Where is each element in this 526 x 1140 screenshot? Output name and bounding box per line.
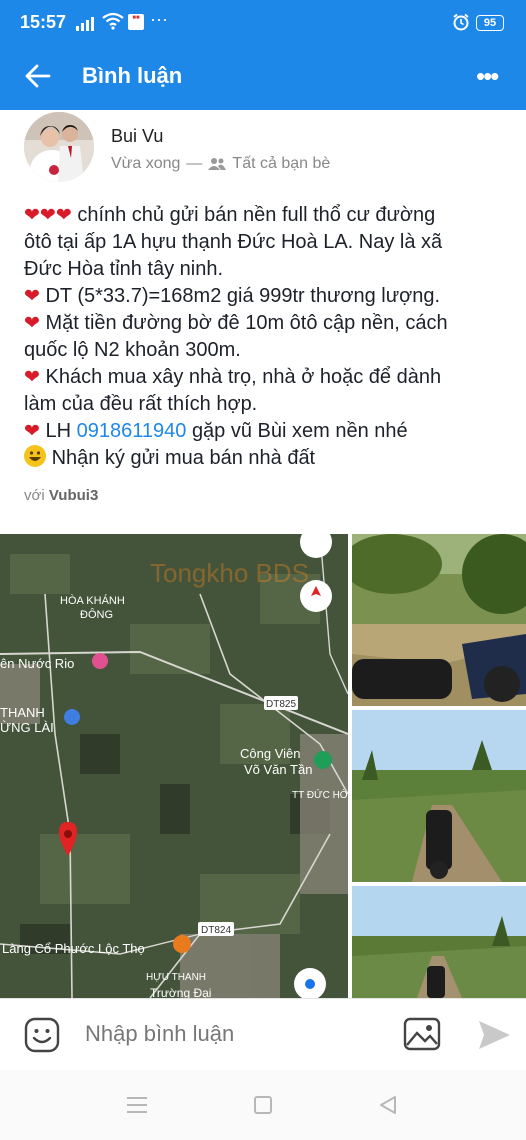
notification-app-icon: ■■ — [128, 14, 144, 30]
grinning-face-icon — [24, 445, 46, 467]
status-time: 15:57 — [20, 12, 67, 32]
heart-icon: ❤❤❤ — [24, 205, 72, 226]
post-time: Vừa xong — [111, 155, 181, 172]
home-square-icon[interactable] — [254, 1096, 272, 1114]
post-line: làm của đều rất thích hợp. — [24, 393, 258, 415]
comment-bar: Nhập bình luận — [0, 998, 526, 1071]
image-icon[interactable] — [403, 1017, 441, 1051]
map-label: ên Nước Rio — [0, 656, 74, 671]
send-icon[interactable] — [476, 1017, 512, 1053]
more-horizontal-icon[interactable]: ••• — [476, 63, 499, 89]
wifi-icon — [102, 12, 124, 30]
post-line: quốc lộ N2 khoản 300m. — [24, 339, 241, 361]
post-body: ❤❤❤ chính chủ gửi bán nền full thổ cư đư… — [24, 202, 514, 472]
friends-icon — [208, 158, 227, 170]
tagged-user[interactable]: Vubui3 — [49, 487, 98, 504]
post-line: ❤ Khách mua xây nhà trọ, nhà ở hoặc để d… — [24, 366, 442, 388]
battery-indicator: 95 — [476, 15, 504, 31]
land-photo-3[interactable] — [352, 886, 526, 998]
land-photo-2[interactable] — [352, 710, 526, 882]
map-label: HỰU THANH — [146, 972, 206, 983]
heart-icon: ❤ — [24, 286, 40, 307]
map-label: Làng Cổ Phước Lộc Thọ — [2, 941, 145, 956]
alarm-icon — [453, 13, 469, 31]
map-label: Trường Đại — [150, 986, 211, 998]
road-badge: DT825 — [266, 699, 296, 710]
heart-icon: ❤ — [24, 421, 40, 442]
avatar[interactable] — [24, 112, 94, 182]
post-line: ❤ LH 0918611940 gặp vũ Bùi xem nền nhé — [24, 420, 408, 442]
post-author[interactable]: Bui Vu — [111, 126, 163, 147]
post-privacy: Tất cả bạn bè — [232, 155, 331, 172]
post-line: Nhận ký gửi mua bán nhà đất — [24, 445, 514, 472]
post-line: ❤❤❤ chính chủ gửi bán nền full thổ cư đư… — [24, 204, 436, 226]
post-line: ❤ Mặt tiền đường bờ đê 10m ôtô cập nền, … — [24, 312, 448, 334]
post-line: ôtô tại ấp 1A hựu thạnh Đức Hoà LA. Nay … — [24, 231, 443, 253]
map-label: ỪNG LÀI — [0, 720, 54, 735]
comment-input[interactable]: Nhập bình luận — [85, 1021, 234, 1047]
watermark: Tongkho BDS — [150, 558, 309, 588]
map-label: TT ĐỨC HÒ — [292, 788, 348, 801]
signal-icon — [76, 15, 94, 31]
post-meta: Vừa xong — Tất cả bạn bè — [111, 155, 330, 173]
tagged-friends: với Vubui3 — [24, 487, 99, 504]
map-label: Công Viên — [240, 746, 300, 761]
map-label: Võ Văn Tần — [244, 762, 312, 777]
heart-icon: ❤ — [24, 367, 40, 388]
emoji-icon[interactable] — [24, 1017, 60, 1053]
post-line: Đức Hòa tỉnh tây ninh. — [24, 258, 224, 280]
status-bar: 15:57 ■■ ··· 95 — [0, 0, 526, 44]
app-bar: Bình luận ••• — [0, 44, 526, 110]
system-nav-bar — [0, 1070, 526, 1140]
phone-link[interactable]: 0918611940 — [77, 420, 187, 442]
map-label: THANH — [0, 705, 45, 720]
photo-gallery: HÒA KHÁNH ĐÔNG ên Nước Rio THANH ỪNG LÀI… — [0, 534, 526, 998]
heart-icon: ❤ — [24, 313, 40, 334]
arrow-left-icon[interactable] — [24, 62, 52, 90]
map-label: HÒA KHÁNH — [60, 594, 125, 607]
meta-separator: — — [186, 155, 203, 172]
road-badge: DT824 — [201, 925, 231, 936]
map-image[interactable]: HÒA KHÁNH ĐÔNG ên Nước Rio THANH ỪNG LÀI… — [0, 534, 348, 998]
back-triangle-icon[interactable] — [378, 1095, 398, 1115]
status-more-icon: ··· — [150, 9, 168, 29]
page-title: Bình luận — [82, 63, 183, 88]
post-line: ❤ DT (5*33.7)=168m2 giá 999tr thương lượ… — [24, 285, 441, 307]
land-photo-1[interactable] — [352, 534, 526, 706]
map-label: ĐÔNG — [80, 608, 113, 621]
menu-icon[interactable] — [126, 1096, 148, 1114]
